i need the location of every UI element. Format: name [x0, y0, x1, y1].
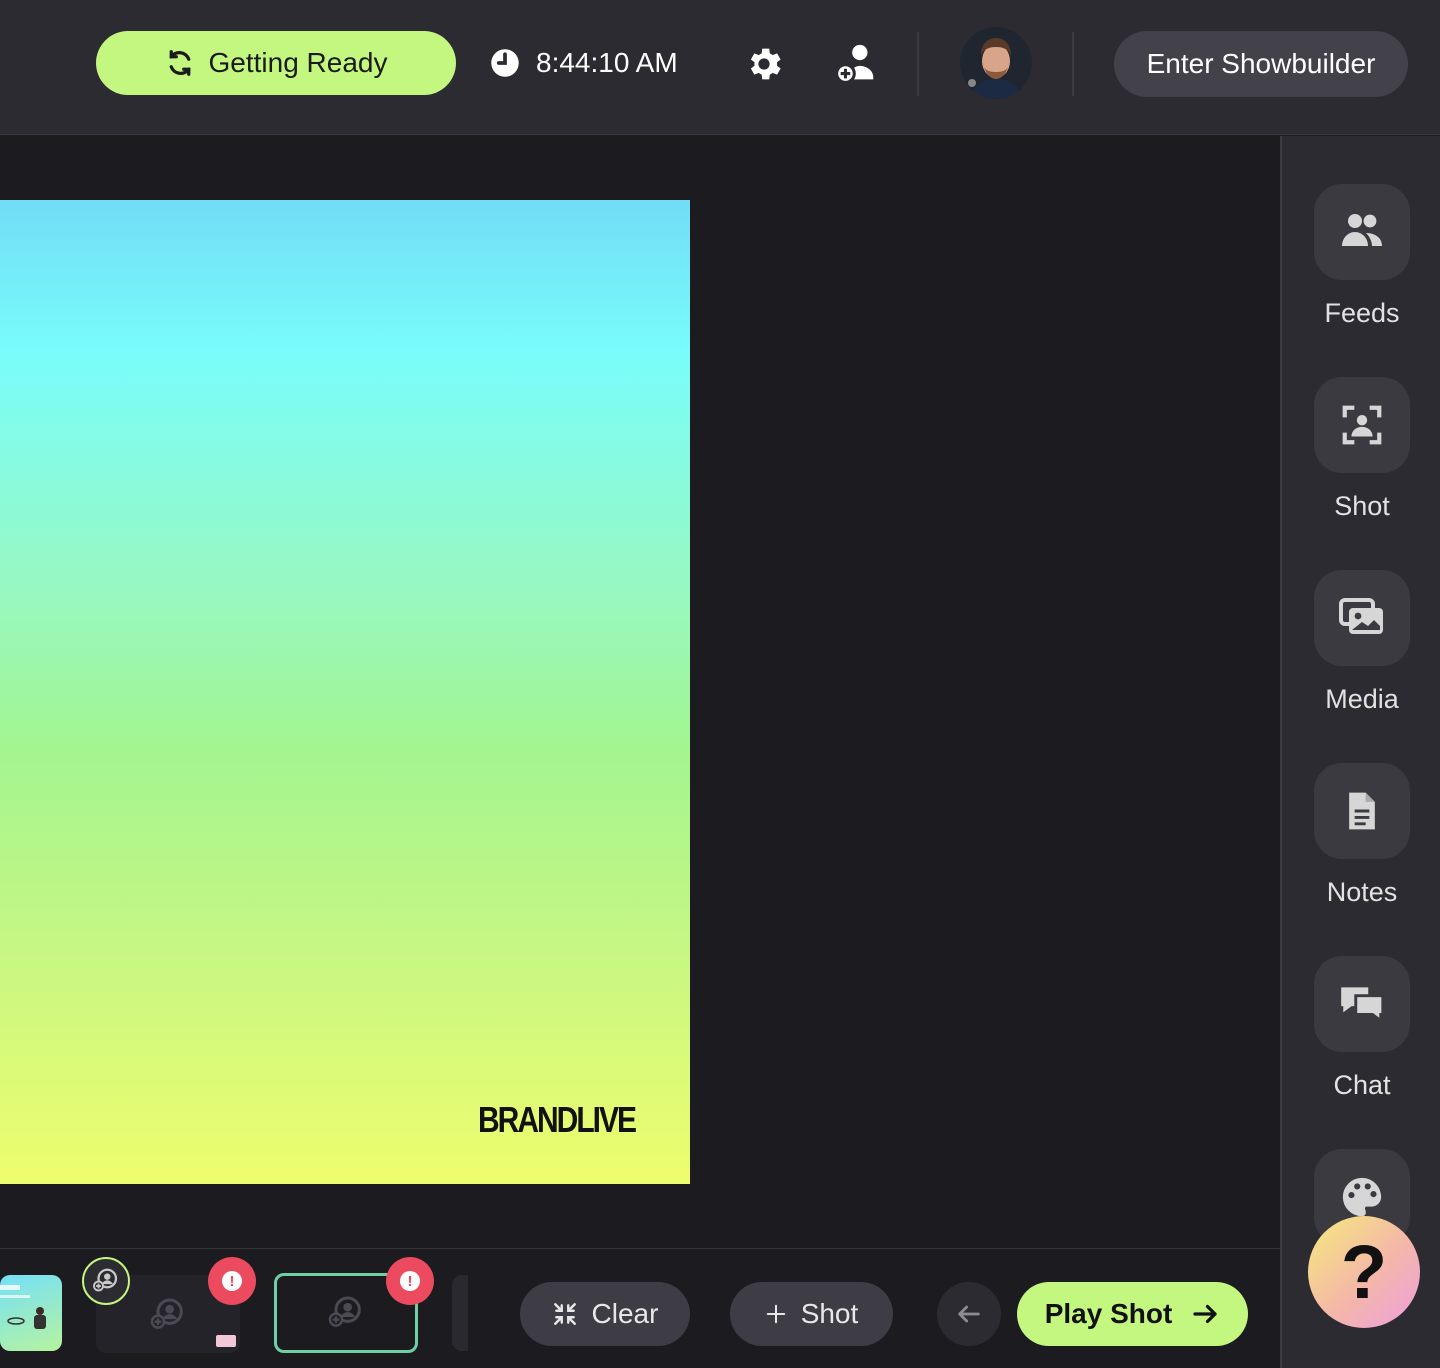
divider [1072, 32, 1074, 96]
clock-icon [491, 49, 519, 77]
sidebar-button-shot[interactable] [1314, 377, 1410, 473]
avatar[interactable] [960, 27, 1032, 99]
divider [917, 32, 919, 96]
sidebar-label: Shot [1334, 491, 1390, 521]
chat-bubbles-icon [1341, 987, 1385, 1024]
add-user-icon [835, 44, 874, 84]
warning-icon: ! [222, 1271, 242, 1291]
settings-button[interactable] [740, 40, 788, 88]
right-sidebar: Feeds Shot Media Notes Chat [1280, 136, 1440, 1368]
sidebar-button-notes[interactable] [1314, 763, 1410, 859]
sidebar-item-media[interactable]: Media [1282, 570, 1440, 715]
shot-bar: ! ! Clear Shot Play Shot [0, 1248, 1280, 1368]
arrow-right-icon [1193, 1304, 1217, 1324]
gear-icon [750, 48, 781, 80]
document-icon [1349, 792, 1375, 830]
sidebar-item-feeds[interactable]: Feeds [1282, 184, 1440, 329]
previous-shot-button[interactable] [937, 1282, 1001, 1346]
sidebar-label: Chat [1333, 1070, 1391, 1100]
people-icon [1342, 214, 1382, 246]
warning-icon: ! [400, 1271, 420, 1291]
sidebar-button-feeds[interactable] [1314, 184, 1410, 280]
sidebar-label: Media [1325, 684, 1399, 714]
user-placeholder-icon [150, 1298, 183, 1329]
sidebar-item-chat[interactable]: Chat [1282, 956, 1440, 1101]
clear-button[interactable]: Clear [520, 1282, 690, 1346]
add-feed-badge[interactable] [82, 1257, 130, 1305]
add-shot-label: Shot [800, 1298, 859, 1329]
shot-thumbnail[interactable] [0, 1275, 62, 1351]
sidebar-label: Feeds [1324, 298, 1400, 328]
clock: 8:44:10 AM [490, 42, 678, 84]
invite-user-button[interactable] [832, 40, 880, 88]
warning-badge[interactable]: ! [208, 1257, 256, 1305]
status-label: Getting Ready [208, 47, 388, 78]
refresh-icon [169, 50, 190, 76]
sidebar-button-media[interactable] [1314, 570, 1410, 666]
stage-preview[interactable]: BRANDLIVE [0, 200, 690, 1184]
play-shot-label: Play Shot [1044, 1298, 1173, 1329]
sidebar-item-shot[interactable]: Shot [1282, 377, 1440, 522]
user-placeholder-icon [328, 1296, 361, 1327]
sidebar-item-notes[interactable]: Notes [1282, 763, 1440, 908]
shot-thumbnail[interactable] [452, 1275, 468, 1351]
enter-showbuilder-button[interactable]: Enter Showbuilder [1114, 31, 1408, 97]
add-shot-button[interactable]: Shot [730, 1282, 893, 1346]
clear-label: Clear [591, 1298, 659, 1329]
arrow-left-icon [958, 1305, 980, 1323]
collapse-icon [553, 1303, 576, 1325]
sidebar-label: Notes [1326, 877, 1398, 907]
images-icon [1339, 598, 1383, 634]
sidebar-button-chat[interactable] [1314, 956, 1410, 1052]
plus-icon [766, 1304, 785, 1324]
play-shot-button[interactable]: Play Shot [1017, 1282, 1248, 1346]
user-photo [960, 27, 1032, 99]
palette-icon [1342, 1177, 1382, 1217]
clock-time: 8:44:10 AM [536, 47, 678, 78]
brand-logo: BRANDLIVE [478, 1100, 637, 1141]
top-bar: Getting Ready 8:44:10 AM Enter Showbuild… [0, 0, 1440, 135]
stage-area: BRANDLIVE [0, 136, 1280, 1248]
thumbnail-art [0, 1285, 46, 1329]
status-pill[interactable]: Getting Ready [96, 31, 456, 95]
warning-badge[interactable]: ! [386, 1257, 434, 1305]
media-badge [216, 1335, 236, 1347]
add-user-icon [93, 1268, 118, 1292]
shot-frame-icon [1342, 405, 1382, 445]
help-button[interactable]: ? [1308, 1216, 1420, 1328]
